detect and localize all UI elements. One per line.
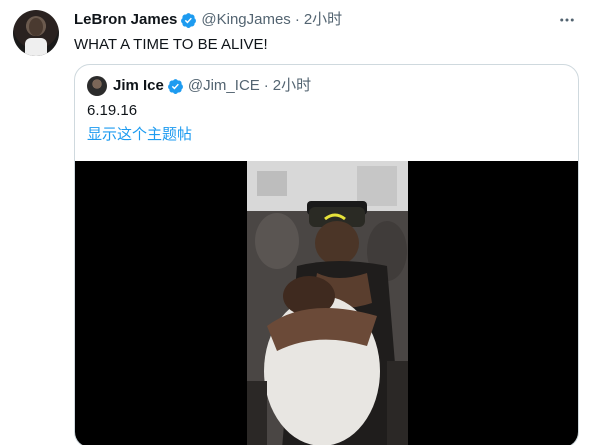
tweet-header: LeBron James @KingJames · 2小时 [74,11,342,29]
separator-dot: · [294,11,300,28]
tweet-timestamp[interactable]: 2小时 [304,11,342,29]
quote-text: 6.19.16 [87,102,138,119]
author-name[interactable]: LeBron James [74,11,177,29]
author-avatar[interactable] [13,10,59,56]
quote-author-avatar [87,76,107,96]
verified-badge-icon [167,78,183,94]
verified-badge-icon [181,12,197,28]
tweet: LeBron James @KingJames · 2小时 WHAT A TIM… [0,0,589,445]
author-handle[interactable]: @KingJames [201,11,290,29]
quoted-tweet[interactable]: Jim Ice @Jim_ICE · 2小时 6.19.16 显示这个主题帖 [74,64,579,445]
avatar-jersey [25,38,47,56]
video-still-image [247,161,408,445]
separator-dot: · [263,77,269,94]
more-options-icon[interactable] [557,10,577,30]
quote-author-handle: @Jim_ICE [187,77,260,94]
avatar-head [29,18,43,36]
quote-video[interactable] [75,161,578,445]
video-frame[interactable] [247,161,408,445]
show-thread-link[interactable]: 显示这个主题帖 [87,125,192,145]
quote-header: Jim Ice @Jim_ICE · 2小时 [87,76,311,96]
quote-timestamp: 2小时 [272,77,312,94]
quote-author-name: Jim Ice [113,77,164,94]
tweet-text: WHAT A TIME TO BE ALIVE! [74,36,268,53]
